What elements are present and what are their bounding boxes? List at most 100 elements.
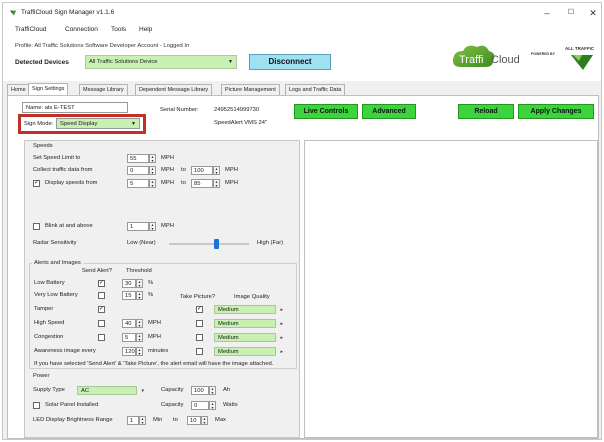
- menu-help[interactable]: Help: [139, 26, 152, 33]
- tab-sign-settings[interactable]: Sign Settings: [28, 83, 69, 95]
- congestion-quality-select[interactable]: Medium ▸: [214, 333, 283, 342]
- radar-sensitivity-slider[interactable]: [169, 239, 249, 249]
- congestion-alert-checkbox[interactable]: [98, 334, 105, 341]
- svg-text:Traffi: Traffi: [459, 54, 483, 66]
- alerts-group: Alerts and Images Send Alert? Threshold …: [29, 260, 297, 369]
- blink-checkbox[interactable]: [33, 223, 40, 230]
- chevron-down-icon: ▸: [280, 307, 283, 313]
- capacity-stepper[interactable]: ▲ ▼: [209, 386, 216, 395]
- min-label: Min: [153, 417, 163, 423]
- reload-button[interactable]: Reload: [458, 104, 514, 119]
- live-controls-button[interactable]: Live Controls: [294, 104, 358, 119]
- awareness-quality-select[interactable]: Medium ▸: [214, 347, 283, 356]
- tab-dependent-message-library[interactable]: Dependent Message Library: [135, 84, 213, 95]
- brightness-min-input[interactable]: 1: [127, 416, 139, 425]
- display-from-input[interactable]: 5: [127, 179, 149, 188]
- tamper-picture-checkbox[interactable]: ✓: [196, 306, 203, 313]
- very-low-battery-alert-checkbox[interactable]: [98, 292, 105, 299]
- power-section-title: Power: [33, 373, 50, 379]
- radar-low-label: Low (Near): [127, 240, 156, 246]
- solar-capacity-input[interactable]: 0: [191, 401, 209, 410]
- low-battery-alert-checkbox[interactable]: ✓: [98, 280, 105, 287]
- low-battery-stepper[interactable]: ▲ ▼: [136, 279, 143, 288]
- unit-label: MPH: [161, 167, 174, 173]
- chevron-down-icon: ▸: [280, 321, 283, 327]
- capacity-input[interactable]: 100: [191, 386, 209, 395]
- display-speeds-label: Display speeds from: [45, 180, 98, 186]
- congestion-threshold[interactable]: 5: [122, 333, 136, 342]
- very-low-battery-stepper[interactable]: ▲ ▼: [136, 291, 143, 300]
- awareness-picture-checkbox[interactable]: [196, 348, 203, 355]
- brightness-max-input[interactable]: 10: [187, 416, 201, 425]
- speed-limit-stepper[interactable]: ▲ ▼: [149, 154, 156, 163]
- close-button[interactable]: ✕: [581, 6, 604, 20]
- brightness-label: LED Display Brightness Range: [33, 417, 113, 423]
- awareness-interval[interactable]: 120: [122, 347, 136, 356]
- sign-name-field[interactable]: Name: ats E-TEST: [22, 102, 128, 113]
- unit-label: MPH: [161, 155, 174, 161]
- display-speeds-checkbox[interactable]: ✓: [33, 180, 40, 187]
- tab-home[interactable]: Home: [7, 84, 30, 95]
- high-speed-stepper[interactable]: ▲ ▼: [136, 319, 143, 328]
- menu-trafficloud[interactable]: TraffiCloud: [15, 26, 46, 33]
- unit-label: minutes: [148, 348, 169, 354]
- display-to-stepper[interactable]: ▲ ▼: [213, 179, 220, 188]
- svg-text:ALL TRAFFIC: ALL TRAFFIC: [565, 46, 595, 51]
- collect-to-input[interactable]: 100: [191, 166, 213, 175]
- minimize-button[interactable]: –: [535, 6, 559, 20]
- awareness-stepper[interactable]: ▲ ▼: [136, 347, 143, 356]
- congestion-stepper[interactable]: ▲ ▼: [136, 333, 143, 342]
- unit-label: MPH: [225, 167, 238, 173]
- display-from-stepper[interactable]: ▲ ▼: [149, 179, 156, 188]
- blink-stepper[interactable]: ▲ ▼: [149, 222, 156, 231]
- congestion-picture-checkbox[interactable]: [196, 334, 203, 341]
- to-label: to: [181, 180, 186, 186]
- speed-limit-input[interactable]: 55: [127, 154, 149, 163]
- high-speed-picture-checkbox[interactable]: [196, 320, 203, 327]
- apply-changes-button[interactable]: Apply Changes: [518, 104, 594, 119]
- maximize-button[interactable]: ☐: [559, 6, 583, 20]
- blink-input[interactable]: 1: [127, 222, 149, 231]
- disconnect-button[interactable]: Disconnect: [249, 54, 331, 70]
- unit-label: %: [148, 280, 154, 286]
- low-battery-threshold[interactable]: 30: [122, 279, 136, 288]
- slider-handle[interactable]: [214, 239, 219, 249]
- tamper-alert-checkbox[interactable]: ✓: [98, 306, 105, 313]
- collect-from-input[interactable]: 0: [127, 166, 149, 175]
- display-to-input[interactable]: 85: [191, 179, 213, 188]
- detected-devices-select[interactable]: All Traffic Solutions Device ▼: [85, 55, 237, 69]
- solar-unit: Watts: [223, 402, 238, 408]
- supply-type-select[interactable]: AC ▾: [77, 386, 144, 395]
- tab-picture-management[interactable]: Picture Management: [221, 84, 280, 95]
- svg-text:Cloud: Cloud: [491, 54, 520, 66]
- very-low-battery-threshold[interactable]: 15: [122, 291, 136, 300]
- collect-to-stepper[interactable]: ▲ ▼: [213, 166, 220, 175]
- collect-data-label: Collect traffic data from: [33, 167, 93, 173]
- app-window: TraffiCloud Sign Manager v1.1.6 – ☐ ✕ Tr…: [2, 2, 602, 440]
- chevron-down-icon: ▼: [131, 121, 136, 127]
- solar-panel-checkbox[interactable]: [33, 402, 40, 409]
- brightness-min-stepper[interactable]: ▲ ▼: [139, 416, 146, 425]
- menu-connection[interactable]: Connection: [65, 26, 98, 33]
- high-speed-label: High Speed: [34, 320, 65, 326]
- brightness-max-stepper[interactable]: ▲ ▼: [201, 416, 208, 425]
- high-speed-alert-checkbox[interactable]: [98, 320, 105, 327]
- tab-message-library[interactable]: Message Library: [79, 84, 128, 95]
- threshold-header: Threshold: [126, 268, 152, 274]
- trafficloud-logo: Traffi Cloud: [453, 45, 520, 67]
- menu-tools[interactable]: Tools: [111, 26, 126, 33]
- high-speed-quality-select[interactable]: Medium ▸: [214, 319, 283, 328]
- blink-label: Blink at and above: [45, 223, 93, 229]
- settings-form: Speeds Set Speed Limit to 55 ▲ ▼ MPH Coll…: [24, 140, 300, 438]
- solar-capacity-stepper[interactable]: ▲ ▼: [209, 401, 216, 410]
- advanced-button[interactable]: Advanced: [362, 104, 416, 119]
- tab-logs-traffic-data[interactable]: Logs and Traffic Data: [285, 84, 346, 95]
- sign-mode-select[interactable]: Speed Display ▼: [56, 118, 140, 129]
- speed-limit-label: Set Speed Limit to: [33, 155, 81, 161]
- low-battery-label: Low Battery: [34, 280, 65, 286]
- tamper-quality-select[interactable]: Medium ▸: [214, 305, 283, 314]
- collect-from-stepper[interactable]: ▲ ▼: [149, 166, 156, 175]
- send-alert-header: Send Alert?: [82, 268, 112, 274]
- solar-capacity-label: Capacity: [161, 402, 184, 408]
- high-speed-threshold[interactable]: 40: [122, 319, 136, 328]
